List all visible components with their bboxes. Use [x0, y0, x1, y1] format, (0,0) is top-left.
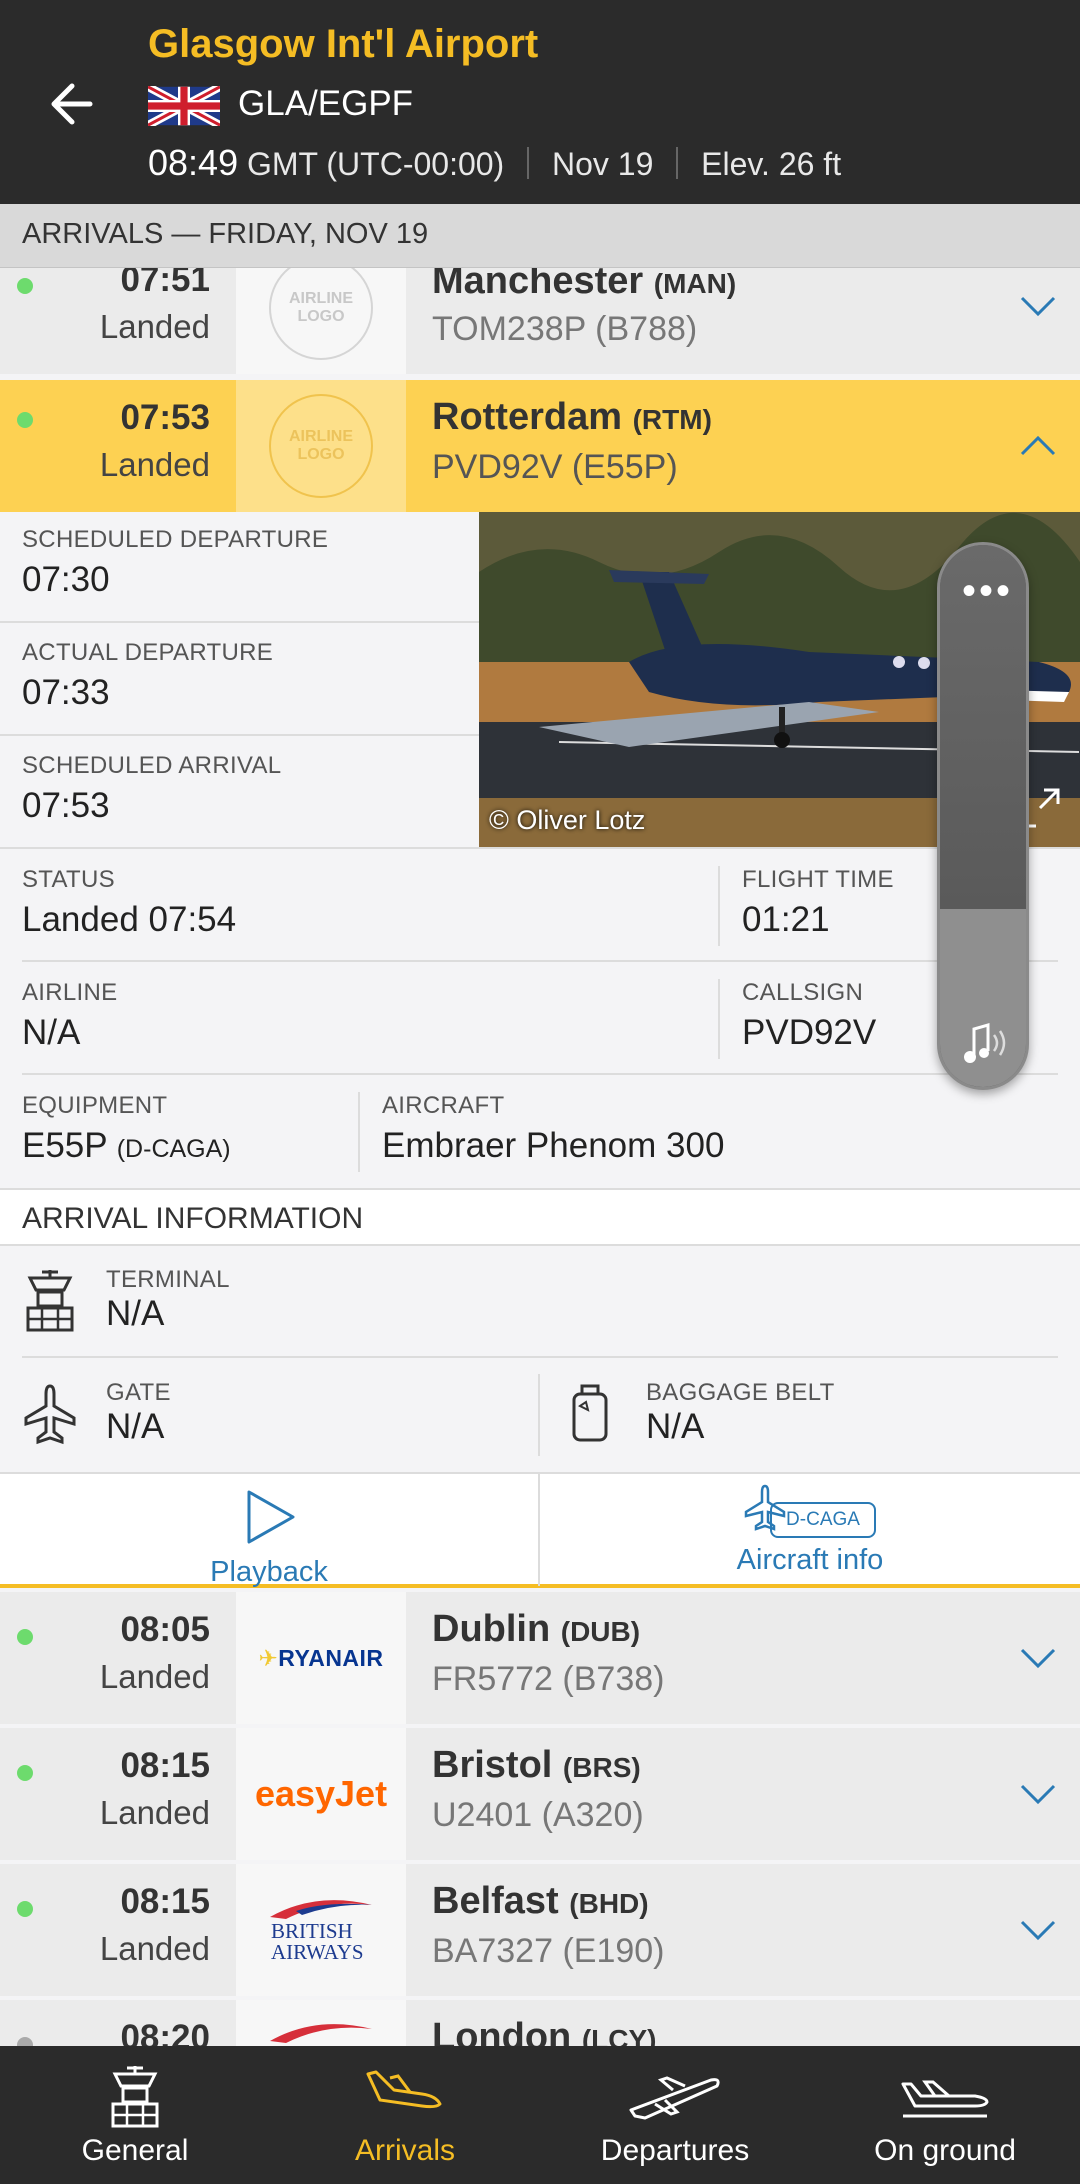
- playback-button[interactable]: Playback: [0, 1474, 538, 1588]
- airline-logo-cell: AIRLINE LOGO: [236, 256, 406, 374]
- arrival-info-title: ARRIVAL INFORMATION: [0, 1188, 1080, 1246]
- back-button[interactable]: [40, 70, 110, 140]
- aircraft-tag-icon: D-CAGA: [740, 1482, 880, 1544]
- scheduled-arrival: SCHEDULED ARRIVAL 07:53: [22, 752, 282, 825]
- flight-row-rotterdam[interactable]: 07:53 Landed AIRLINE LOGO Rotterdam (RTM…: [0, 380, 1080, 512]
- chevron-down-icon[interactable]: [1016, 284, 1060, 328]
- airline-logo-cell: AIRLINE LOGO: [236, 380, 406, 512]
- flight-time: 07:53: [120, 398, 210, 437]
- play-icon: [247, 1490, 295, 1544]
- chevron-up-icon[interactable]: [1016, 424, 1060, 468]
- flight-status: Landed: [99, 1794, 210, 1831]
- status-dot: [17, 278, 33, 294]
- flight-time: 08:05: [120, 1610, 210, 1649]
- arrivals-plane-icon: [366, 2070, 442, 2109]
- app-root: Glasgow Int'l Airport GLA/EGPF 08:49 GMT…: [0, 0, 1080, 2184]
- status-cell: STATUS Landed 07:54: [22, 866, 237, 939]
- ryanair-logo: ✈RYANAIR: [258, 1644, 384, 1671]
- british-airways-logo: BRITISH AIRWAYS: [271, 1919, 364, 1964]
- origin-city: Dublin (DUB): [432, 1608, 641, 1650]
- airline-logo-cell: [236, 2000, 406, 2046]
- aircraft-info-button[interactable]: D-CAGA Aircraft info: [540, 1474, 1080, 1586]
- flight-number: FR5772 (B738): [432, 1660, 665, 1698]
- chevron-down-icon[interactable]: [1016, 1636, 1060, 1680]
- local-time-row: 08:49 GMT (UTC-00:00) Nov 19 Elev. 26 ft: [148, 142, 841, 184]
- status-dot: [17, 2037, 33, 2046]
- chevron-down-icon[interactable]: [1016, 1772, 1060, 1816]
- flight-row-belfast[interactable]: 08:15 Landed BRITISH AIRWAYS Belfast (BH…: [0, 1864, 1080, 1996]
- nav-general[interactable]: General: [0, 2046, 270, 2184]
- arrow-left-icon: [51, 83, 93, 125]
- origin-city: Belfast (BHD): [432, 1880, 649, 1922]
- flight-time: 08:20: [120, 2018, 210, 2046]
- origin-city: Bristol (BRS): [432, 1744, 641, 1786]
- photo-credit: © Oliver Lotz: [489, 805, 646, 835]
- baggage-belt-info: BAGGAGE BELT N/A: [646, 1379, 835, 1446]
- easyjet-logo: easyJet: [254, 1773, 388, 1814]
- airline-logo-cell: ✈RYANAIR: [236, 1592, 406, 1724]
- airline-logo-cell: easyJet: [236, 1728, 406, 1860]
- departures-plane-icon: [629, 2076, 720, 2120]
- airline-logo-placeholder: AIRLINE LOGO: [269, 256, 373, 360]
- equipment-cell: EQUIPMENT E55P (D-CAGA): [22, 1092, 231, 1165]
- uk-flag-icon: [148, 86, 220, 126]
- status-dot: [17, 1765, 33, 1781]
- airline-logo-cell: BRITISH AIRWAYS: [236, 1864, 406, 1996]
- flight-time: 08:15: [120, 1746, 210, 1785]
- flight-time: 08:15: [120, 1882, 210, 1921]
- airport-header: Glasgow Int'l Airport GLA/EGPF 08:49 GMT…: [0, 0, 1080, 204]
- music-note-icon[interactable]: [958, 1019, 1014, 1069]
- on-ground-plane-icon: [901, 2080, 989, 2118]
- airport-name: Glasgow Int'l Airport: [148, 22, 539, 66]
- status-dot: [17, 412, 33, 428]
- flight-row-dublin[interactable]: 08:05 Landed ✈RYANAIR Dublin (DUB) FR577…: [0, 1592, 1080, 1724]
- current-date: Nov 19: [551, 146, 654, 182]
- origin-city: London (LCY): [432, 2016, 657, 2046]
- flight-row-bristol[interactable]: 08:15 Landed easyJet Bristol (BRS) U2401…: [0, 1728, 1080, 1860]
- flight-status: Landed: [99, 446, 210, 483]
- elevation: Elev. 26 ft: [701, 146, 842, 182]
- flight-number: BA7327 (E190): [432, 1932, 665, 1970]
- flight-status: Landed: [99, 308, 210, 345]
- flight-action-bar: Playback D-CAGA Aircraft info: [0, 1472, 1080, 1588]
- status-dot: [17, 1629, 33, 1645]
- airplane-gate-icon: [24, 1384, 76, 1445]
- flight-row-london[interactable]: 08:20 London (LCY): [0, 2000, 1080, 2046]
- local-time: 08:49: [148, 142, 239, 183]
- nav-on-ground[interactable]: On ground: [810, 2046, 1080, 2184]
- flight-status: Landed: [99, 1658, 210, 1695]
- bottom-navigation: General Arrivals Departures On ground: [0, 2046, 1080, 2184]
- flight-number: TOM238P (B788): [432, 310, 698, 348]
- flight-row-manchester[interactable]: 07:51 Landed AIRLINE LOGO Manchester (MA…: [0, 256, 1080, 374]
- nav-departures[interactable]: Departures: [540, 2046, 810, 2184]
- timezone: GMT (UTC-00:00): [246, 146, 505, 182]
- status-dot: [17, 1901, 33, 1917]
- arrivals-section-header: ARRIVALS — FRIDAY, NOV 19: [0, 204, 1080, 268]
- speedmarque-icon: [270, 2024, 372, 2043]
- scheduled-departure: SCHEDULED DEPARTURE 07:30: [22, 526, 329, 599]
- speedmarque-icon: [270, 1900, 372, 1919]
- flight-number: U2401 (A320): [432, 1796, 644, 1834]
- gate-info: GATE N/A: [106, 1379, 171, 1446]
- airline-cell: AIRLINE N/A: [22, 979, 118, 1052]
- chevron-down-icon[interactable]: [1016, 1908, 1060, 1952]
- terminal-info: TERMINAL N/A: [106, 1266, 230, 1333]
- flight-status: Landed: [99, 1930, 210, 1967]
- flight-number: PVD92V (E55P): [432, 448, 678, 486]
- control-tower-icon: [26, 1270, 74, 1332]
- airline-logo-placeholder: AIRLINE LOGO: [269, 394, 373, 498]
- control-tower-icon: [111, 2066, 159, 2128]
- airport-code: GLA/EGPF: [238, 84, 414, 123]
- nav-arrivals[interactable]: Arrivals: [270, 2046, 540, 2184]
- origin-city: Rotterdam (RTM): [432, 396, 712, 438]
- volume-panel[interactable]: •••: [937, 542, 1029, 1090]
- aircraft-cell: AIRCRAFT Embraer Phenom 300: [382, 1092, 725, 1165]
- actual-departure: ACTUAL DEPARTURE 07:33: [22, 639, 274, 712]
- baggage-icon: [572, 1384, 608, 1442]
- more-options-icon[interactable]: •••: [962, 571, 1013, 611]
